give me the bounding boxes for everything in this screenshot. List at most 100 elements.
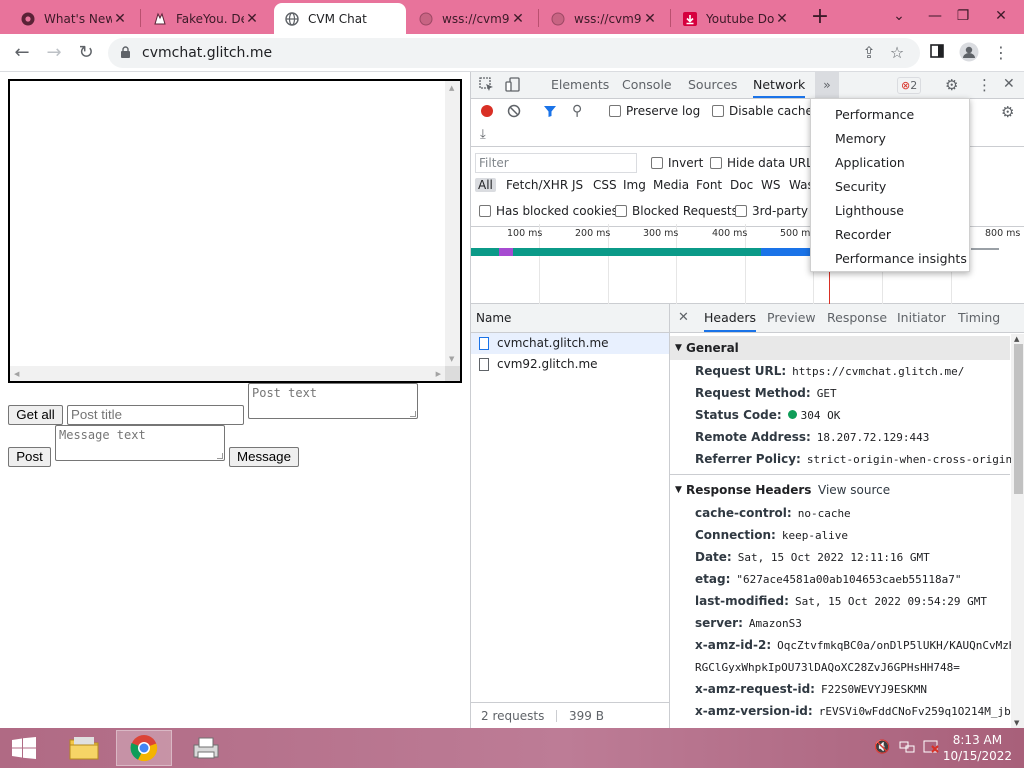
type-filter-media[interactable]: Media	[653, 178, 689, 192]
close-icon[interactable]: ✕	[510, 11, 526, 27]
vertical-scrollbar[interactable]: ▲ ▼	[445, 81, 460, 366]
resize-grip-icon[interactable]	[217, 453, 223, 459]
filter-funnel-icon[interactable]	[543, 104, 557, 122]
tab-response[interactable]: Response	[827, 304, 887, 332]
tab-wss-2[interactable]: wss://cvm92 ✕	[540, 3, 668, 34]
invert-checkbox[interactable]: Invert	[651, 156, 703, 170]
name-column-header[interactable]: Name	[471, 304, 669, 333]
menu-item-performance[interactable]: Performance	[811, 103, 969, 127]
scroll-up-arrow-icon[interactable]: ▲	[1014, 335, 1019, 343]
record-icon[interactable]	[480, 104, 494, 122]
reload-icon[interactable]: ↻	[74, 41, 98, 65]
post-title-input[interactable]: Post title	[67, 405, 244, 425]
export-har-download-icon[interactable]: ⤓	[480, 127, 486, 142]
request-row[interactable]: cvmchat.glitch.me	[471, 333, 669, 354]
tab-cvm-chat[interactable]: CVM Chat	[274, 3, 406, 34]
tab-network[interactable]: Network	[753, 72, 806, 98]
search-icon[interactable]: ⚲	[572, 103, 582, 119]
start-button[interactable]	[0, 730, 48, 766]
taskbar-file-explorer[interactable]	[56, 730, 112, 766]
request-row[interactable]: cvm92.glitch.me	[471, 354, 669, 375]
scrollbar-thumb[interactable]	[1014, 344, 1023, 494]
get-all-button[interactable]: Get all	[8, 405, 63, 425]
tab-whats-new[interactable]: What's New ✕	[10, 3, 138, 34]
type-filter-fetch-xhr[interactable]: Fetch/XHR	[506, 178, 568, 192]
scroll-left-arrow-icon[interactable]: ◀	[14, 370, 19, 378]
close-devtools-icon[interactable]: ✕	[1003, 76, 1015, 92]
blocked-requests-checkbox[interactable]: Blocked Requests	[615, 204, 738, 218]
preserve-log-checkbox[interactable]: Preserve log	[609, 104, 700, 118]
tab-wss-1[interactable]: wss://cvm92 ✕	[408, 3, 536, 34]
bookmark-star-icon[interactable]: ☆	[886, 42, 908, 64]
close-icon[interactable]: ✕	[774, 11, 790, 27]
tab-timing[interactable]: Timing	[958, 304, 1000, 332]
type-filter-css[interactable]: CSS	[593, 178, 617, 192]
address-bar[interactable]: cvmchat.glitch.me	[108, 38, 920, 68]
details-scrollbar[interactable]: ▲ ▼	[1011, 334, 1024, 728]
scroll-down-arrow-icon[interactable]: ▼	[1014, 719, 1019, 727]
tab-preview[interactable]: Preview	[767, 304, 816, 332]
kebab-menu-icon[interactable]: ⋮	[990, 42, 1012, 64]
menu-item-lighthouse[interactable]: Lighthouse	[811, 199, 969, 223]
tab-fakeyou[interactable]: FakeYou. De ✕	[142, 3, 270, 34]
menu-item-security[interactable]: Security	[811, 175, 969, 199]
close-window-button[interactable]: ✕	[980, 0, 1022, 32]
system-clock[interactable]: 8:13 AM 10/15/2022	[943, 732, 1012, 764]
restore-button[interactable]: ❐	[942, 0, 984, 32]
filter-input[interactable]: Filter	[475, 153, 637, 173]
profile-avatar-icon[interactable]	[958, 42, 980, 64]
chat-log-area[interactable]: ▲ ▼ ◀ ▶	[8, 79, 462, 383]
message-button[interactable]: Message	[229, 447, 299, 467]
devtools-menu-kebab-icon[interactable]: ⋮	[977, 76, 992, 94]
scroll-right-arrow-icon[interactable]: ▶	[436, 370, 441, 378]
message-text-field[interactable]: Message text	[55, 425, 225, 461]
post-button[interactable]: Post	[8, 447, 51, 467]
resize-grip-icon[interactable]	[410, 411, 416, 417]
taskbar-chrome[interactable]	[116, 730, 172, 766]
scroll-down-arrow-icon[interactable]: ▼	[449, 355, 454, 363]
taskbar-app[interactable]	[178, 730, 234, 766]
third-party-checkbox[interactable]: 3rd-party r	[735, 204, 817, 218]
type-filter-js[interactable]: JS	[572, 178, 583, 192]
share-icon[interactable]: ⇪	[858, 42, 880, 64]
type-filter-img[interactable]: Img	[623, 178, 646, 192]
tab-youtube-downloader[interactable]: Youtube Do ✕	[672, 3, 800, 34]
close-icon[interactable]: ✕	[112, 11, 128, 27]
scroll-up-arrow-icon[interactable]: ▲	[449, 84, 454, 92]
disable-cache-checkbox[interactable]: Disable cache	[712, 104, 813, 118]
tab-initiator[interactable]: Initiator	[897, 304, 946, 332]
type-filter-font[interactable]: Font	[696, 178, 722, 192]
menu-item-memory[interactable]: Memory	[811, 127, 969, 151]
close-details-icon[interactable]: ✕	[678, 304, 689, 332]
menu-item-performance-insights[interactable]: Performance insights	[811, 247, 969, 271]
tab-sources[interactable]: Sources	[688, 72, 737, 98]
network-settings-gear-icon[interactable]: ⚙	[1001, 103, 1014, 121]
tab-headers[interactable]: Headers	[704, 304, 757, 332]
network-icon[interactable]	[899, 740, 915, 758]
close-icon[interactable]: ✕	[642, 11, 658, 27]
response-headers-section-header[interactable]: ▼ Response Headers View source	[670, 478, 1010, 502]
clear-icon[interactable]	[507, 104, 521, 122]
post-text-field[interactable]: Post text	[248, 383, 418, 419]
hide-data-urls-checkbox[interactable]: Hide data URLs	[710, 156, 819, 170]
action-center-icon[interactable]	[923, 740, 939, 758]
horizontal-scrollbar[interactable]: ◀ ▶	[10, 366, 445, 381]
type-filter-doc[interactable]: Doc	[730, 178, 753, 192]
forward-arrow-icon[interactable]: →	[42, 41, 66, 65]
tab-elements[interactable]: Elements	[551, 72, 609, 98]
general-section-header[interactable]: ▼ General	[670, 336, 1010, 360]
back-arrow-icon[interactable]: ←	[10, 41, 34, 65]
tab-console[interactable]: Console	[622, 72, 672, 98]
side-panel-icon[interactable]	[926, 42, 948, 64]
menu-item-recorder[interactable]: Recorder	[811, 223, 969, 247]
error-badge[interactable]: ⊗2	[897, 77, 922, 94]
inspect-element-icon[interactable]	[479, 77, 494, 96]
menu-item-application[interactable]: Application	[811, 151, 969, 175]
more-tabs-chevron-icon[interactable]: »	[815, 72, 839, 98]
type-filter-all[interactable]: All	[475, 178, 496, 192]
settings-gear-icon[interactable]: ⚙	[945, 76, 958, 94]
volume-muted-icon[interactable]: 🔇	[874, 740, 890, 755]
new-tab-button[interactable]: +	[808, 6, 832, 30]
device-toolbar-icon[interactable]	[505, 77, 521, 96]
close-icon[interactable]: ✕	[244, 11, 260, 27]
